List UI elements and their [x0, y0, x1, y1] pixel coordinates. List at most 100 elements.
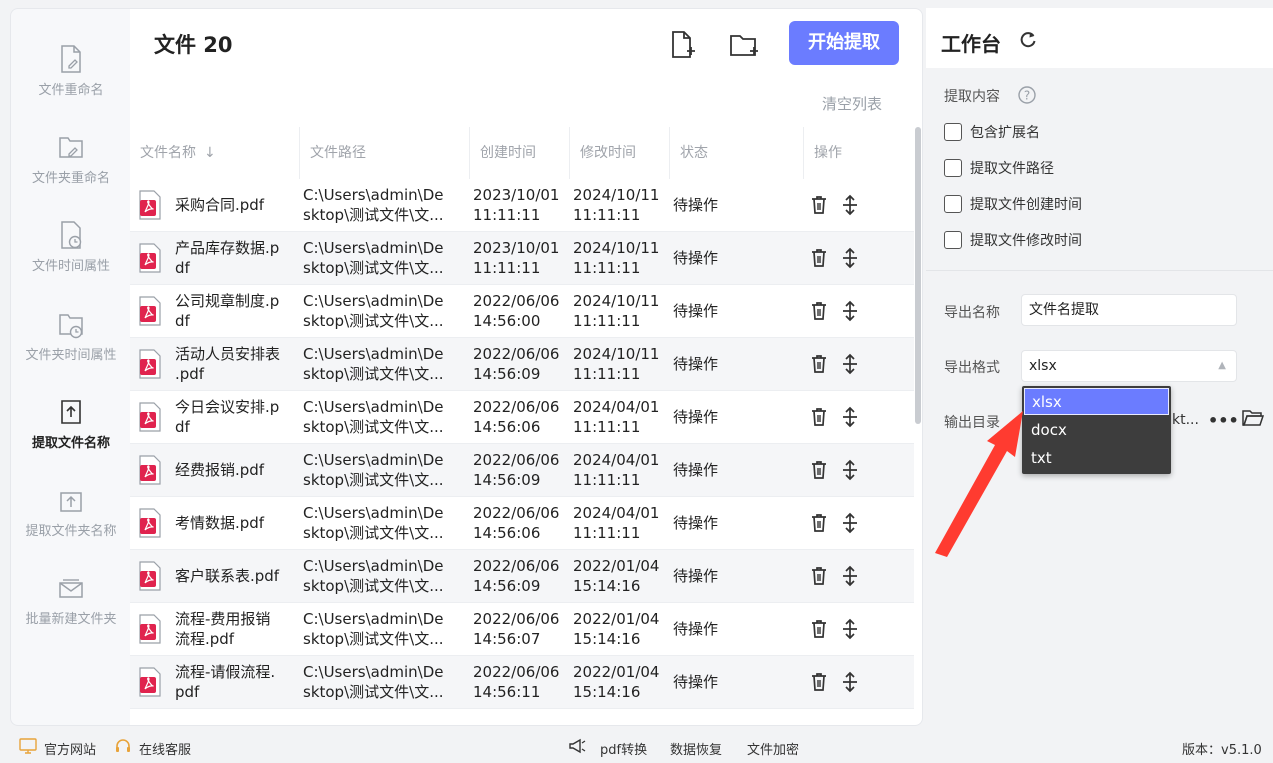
table-header: 文件名称 ↓ 文件路径 创建时间 修改时间 状态 操作	[130, 127, 914, 179]
scrollbar[interactable]	[915, 127, 922, 725]
delete-icon[interactable]	[808, 300, 830, 322]
column-header-name[interactable]: 文件名称 ↓	[130, 127, 300, 179]
modified-time-cell: 2022/01/04 15:14:16	[573, 610, 660, 648]
checkbox[interactable]	[944, 195, 962, 213]
delete-icon[interactable]	[808, 618, 830, 640]
online-support-link[interactable]: 在线客服	[139, 739, 191, 758]
sidebar-item-file-time[interactable]: 文件时间属性	[11, 210, 131, 298]
export-format-value: xlsx	[1029, 358, 1057, 374]
file-path-cell: C:\Users\admin\De sktop\测试文件\文...	[303, 451, 444, 489]
checkbox[interactable]	[944, 123, 962, 141]
sidebar-item-file-rename[interactable]: 文件重命名	[11, 34, 131, 122]
delete-icon[interactable]	[808, 671, 830, 693]
delete-icon[interactable]	[808, 194, 830, 216]
pdf-file-icon	[139, 296, 161, 326]
file-path-cell: C:\Users\admin\De sktop\测试文件\文...	[303, 186, 444, 224]
checkbox[interactable]	[944, 231, 962, 249]
drag-handle-icon[interactable]	[839, 194, 861, 216]
table-row[interactable]: 考情数据.pdf C:\Users\admin\De sktop\测试文件\文..…	[130, 497, 914, 550]
file-encrypt-link[interactable]: 文件加密	[747, 739, 799, 758]
file-name-cell: 公司规章制度.p df	[175, 292, 280, 330]
sidebar-item-folder-time[interactable]: 文件夹时间属性	[11, 299, 131, 387]
file-path-cell: C:\Users\admin\De sktop\测试文件\文...	[303, 345, 444, 383]
checkbox[interactable]	[944, 159, 962, 177]
pdf-file-icon	[139, 508, 161, 538]
file-path-cell: C:\Users\admin\De sktop\测试文件\文...	[303, 663, 444, 701]
drag-handle-icon[interactable]	[839, 406, 861, 428]
table-row[interactable]: 活动人员安排表 .pdf C:\Users\admin\De sktop\测试文件…	[130, 338, 914, 391]
column-header-modified: 修改时间	[580, 145, 636, 161]
table-row[interactable]: 流程-费用报销 流程.pdf C:\Users\admin\De sktop\测试…	[130, 603, 914, 656]
option-label: 包含扩展名	[970, 125, 1040, 141]
file-name-cell: 经费报销.pdf	[175, 461, 265, 479]
format-option-docx[interactable]: docx	[1024, 417, 1169, 444]
file-list-panel: 文件 20 开始提取 清空列表 文件名称 ↓ 文件路径 创建时间 修改时间 状态 …	[130, 8, 923, 726]
format-option-xlsx[interactable]: xlsx	[1024, 388, 1169, 415]
drag-handle-icon[interactable]	[839, 353, 861, 375]
table-row[interactable]: 客户联系表.pdf C:\Users\admin\De sktop\测试文件\文.…	[130, 550, 914, 603]
export-format-select[interactable]: xlsx ▲	[1021, 350, 1237, 382]
table-row[interactable]: 经费报销.pdf C:\Users\admin\De sktop\测试文件\文..…	[130, 444, 914, 497]
refresh-icon[interactable]	[1018, 30, 1038, 50]
file-path-cell: C:\Users\admin\De sktop\测试文件\文...	[303, 557, 444, 595]
delete-icon[interactable]	[808, 353, 830, 375]
drag-handle-icon[interactable]	[839, 512, 861, 534]
help-icon[interactable]: ?	[1017, 85, 1037, 105]
folder-upload-icon	[60, 492, 82, 512]
created-time-cell: 2022/06/06 14:56:09	[473, 345, 560, 383]
add-folder-icon[interactable]	[728, 29, 760, 61]
sort-down-icon[interactable]: ↓	[204, 127, 216, 179]
add-file-icon[interactable]	[666, 29, 698, 61]
table-row[interactable]: 产品库存数据.p df C:\Users\admin\De sktop\测试文件\…	[130, 232, 914, 285]
official-website-link[interactable]: 官方网站	[44, 739, 96, 758]
output-dir-input[interactable]: kt...	[1172, 412, 1199, 428]
folder-edit-icon	[59, 137, 83, 158]
status-cell: 待操作	[673, 249, 719, 267]
headset-icon	[116, 739, 130, 752]
sidebar-item-extract-folder-name[interactable]: 提取文件夹名称	[11, 475, 131, 563]
file-path-cell: C:\Users\admin\De sktop\测试文件\文...	[303, 398, 444, 436]
delete-icon[interactable]	[808, 512, 830, 534]
sidebar-item-label: 文件夹时间属性	[25, 348, 117, 363]
pdf-convert-link[interactable]: pdf转换	[600, 739, 647, 758]
more-icon[interactable]: •••	[1208, 411, 1239, 430]
table-row[interactable]: 公司规章制度.p df C:\Users\admin\De sktop\测试文件\…	[130, 285, 914, 338]
folder-clock-icon	[59, 314, 83, 339]
pdf-file-icon	[139, 190, 161, 220]
file-name-cell: 产品库存数据.p df	[175, 239, 280, 277]
drag-handle-icon[interactable]	[839, 565, 861, 587]
sidebar-item-batch-folder[interactable]: 批量新建文件夹	[11, 563, 131, 651]
start-extract-button[interactable]: 开始提取	[789, 21, 899, 65]
modified-time-cell: 2022/01/04 15:14:16	[573, 663, 660, 701]
scrollbar-thumb[interactable]	[915, 127, 921, 424]
created-time-cell: 2022/06/06 14:56:07	[473, 610, 560, 648]
sidebar-item-folder-rename[interactable]: 文件夹重命名	[11, 122, 131, 210]
delete-icon[interactable]	[808, 247, 830, 269]
created-time-cell: 2022/06/06 14:56:06	[473, 398, 560, 436]
option-label: 提取文件创建时间	[970, 197, 1082, 213]
format-option-txt[interactable]: txt	[1024, 445, 1169, 472]
modified-time-cell: 2024/04/01 11:11:11	[573, 398, 660, 436]
delete-icon[interactable]	[808, 459, 830, 481]
table-row[interactable]: 流程-请假流程. pdf C:\Users\admin\De sktop\测试文件…	[130, 656, 914, 709]
drag-handle-icon[interactable]	[839, 300, 861, 322]
drag-handle-icon[interactable]	[839, 618, 861, 640]
status-cell: 待操作	[673, 302, 719, 320]
sidebar-item-extract-file-name[interactable]: 提取文件名称	[11, 387, 131, 475]
created-time-cell: 2022/06/06 14:56:09	[473, 557, 560, 595]
option-label: 提取文件路径	[970, 161, 1054, 177]
status-cell: 待操作	[673, 461, 719, 479]
drag-handle-icon[interactable]	[839, 459, 861, 481]
data-recovery-link[interactable]: 数据恢复	[670, 739, 722, 758]
file-edit-icon	[61, 45, 81, 73]
table-row[interactable]: 采购合同.pdf C:\Users\admin\De sktop\测试文件\文..…	[130, 179, 914, 232]
table-row[interactable]: 今日会议安排.p df C:\Users\admin\De sktop\测试文件\…	[130, 391, 914, 444]
drag-handle-icon[interactable]	[839, 671, 861, 693]
open-folder-icon[interactable]	[1242, 408, 1264, 428]
output-dir-label: 输出目录	[944, 415, 1000, 431]
drag-handle-icon[interactable]	[839, 247, 861, 269]
delete-icon[interactable]	[808, 406, 830, 428]
delete-icon[interactable]	[808, 565, 830, 587]
clear-list-button[interactable]: 清空列表	[822, 93, 882, 114]
export-name-input[interactable]: 文件名提取	[1021, 294, 1237, 326]
